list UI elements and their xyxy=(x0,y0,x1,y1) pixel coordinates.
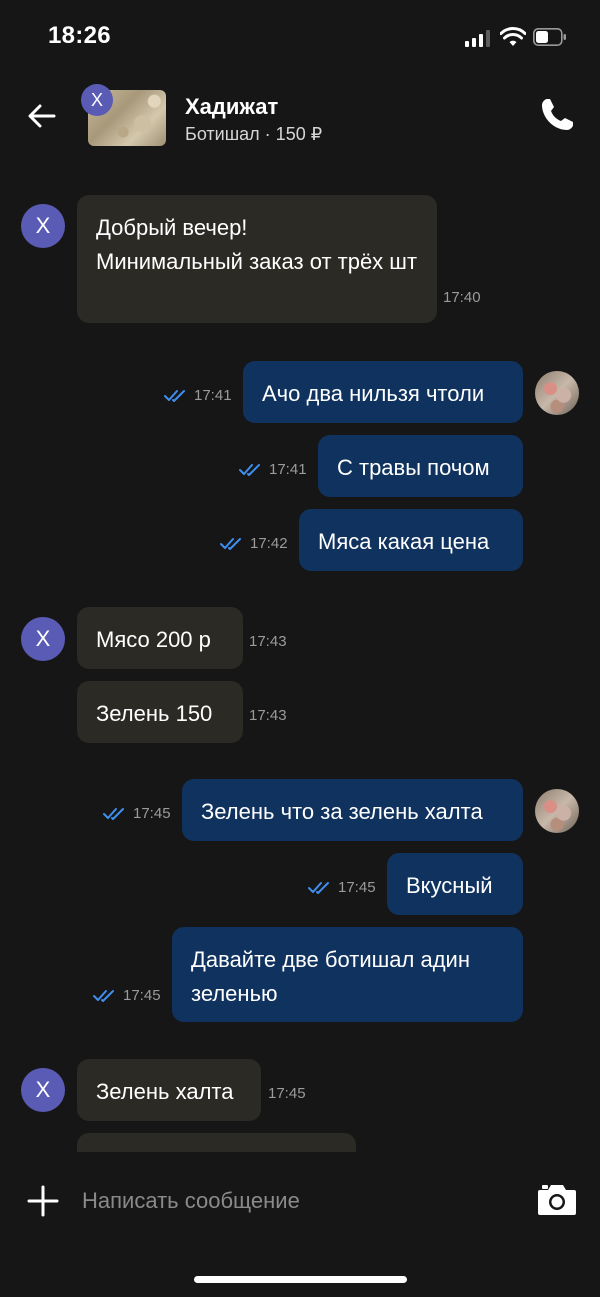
message-time: 17:45 xyxy=(338,879,376,896)
message-time: 17:41 xyxy=(269,461,307,478)
message-bubble-outgoing[interactable]: С травы почом xyxy=(318,435,523,497)
camera-icon[interactable] xyxy=(536,1180,578,1218)
read-double-check-icon xyxy=(220,538,241,550)
phone-call-icon[interactable] xyxy=(538,96,576,134)
message-time: 17:43 xyxy=(249,633,287,650)
message-time: 17:40 xyxy=(443,289,481,306)
battery-icon xyxy=(533,28,566,46)
message-bubble-incoming[interactable]: Мясо 200 р xyxy=(77,607,243,669)
read-double-check-icon xyxy=(239,464,260,476)
message-time: 17:45 xyxy=(268,1085,306,1102)
message-bubble-incoming[interactable]: Зелень халта xyxy=(77,1059,261,1121)
message-bubble-outgoing[interactable]: Ачо два нильзя чтоли xyxy=(243,361,523,423)
read-double-check-icon xyxy=(103,808,124,820)
message-time: 17:41 xyxy=(194,387,232,404)
message-bubble-outgoing[interactable]: Вкусный xyxy=(387,853,523,915)
cellular-signal-icon xyxy=(465,29,493,47)
add-attachment-icon[interactable] xyxy=(26,1184,60,1218)
message-bubble-incoming[interactable]: Добрый вечер! Минимальный заказ от трёх … xyxy=(77,195,437,323)
read-double-check-icon xyxy=(93,990,114,1002)
contact-avatar[interactable]: X xyxy=(81,84,113,116)
sender-avatar[interactable]: X xyxy=(21,617,65,661)
back-arrow-icon[interactable] xyxy=(24,98,60,134)
wifi-icon xyxy=(500,27,526,46)
listing-title-price[interactable]: Ботишал · 150 ₽ xyxy=(185,124,322,145)
message-time: 17:45 xyxy=(133,805,171,822)
my-avatar xyxy=(535,371,579,415)
message-bubble-outgoing[interactable]: Зелень что за зелень халта xyxy=(182,779,523,841)
home-indicator[interactable] xyxy=(194,1276,407,1283)
message-bubble-outgoing[interactable]: Мяса какая цена xyxy=(299,509,523,571)
status-time: 18:26 xyxy=(48,22,111,49)
my-avatar xyxy=(535,789,579,833)
read-double-check-icon xyxy=(164,390,185,402)
message-time: 17:45 xyxy=(123,987,161,1004)
message-time: 17:43 xyxy=(249,707,287,724)
message-bubble-outgoing[interactable]: Давайте две ботишал адин зеленью xyxy=(172,927,523,1022)
sender-avatar[interactable]: X xyxy=(21,1068,65,1112)
message-time: 17:42 xyxy=(250,535,288,552)
message-input[interactable] xyxy=(82,1184,502,1218)
sender-avatar[interactable]: X xyxy=(21,204,65,248)
read-double-check-icon xyxy=(308,882,329,894)
contact-name[interactable]: Хадижат xyxy=(185,94,278,120)
message-bubble-incoming[interactable]: Зелень 150 xyxy=(77,681,243,743)
